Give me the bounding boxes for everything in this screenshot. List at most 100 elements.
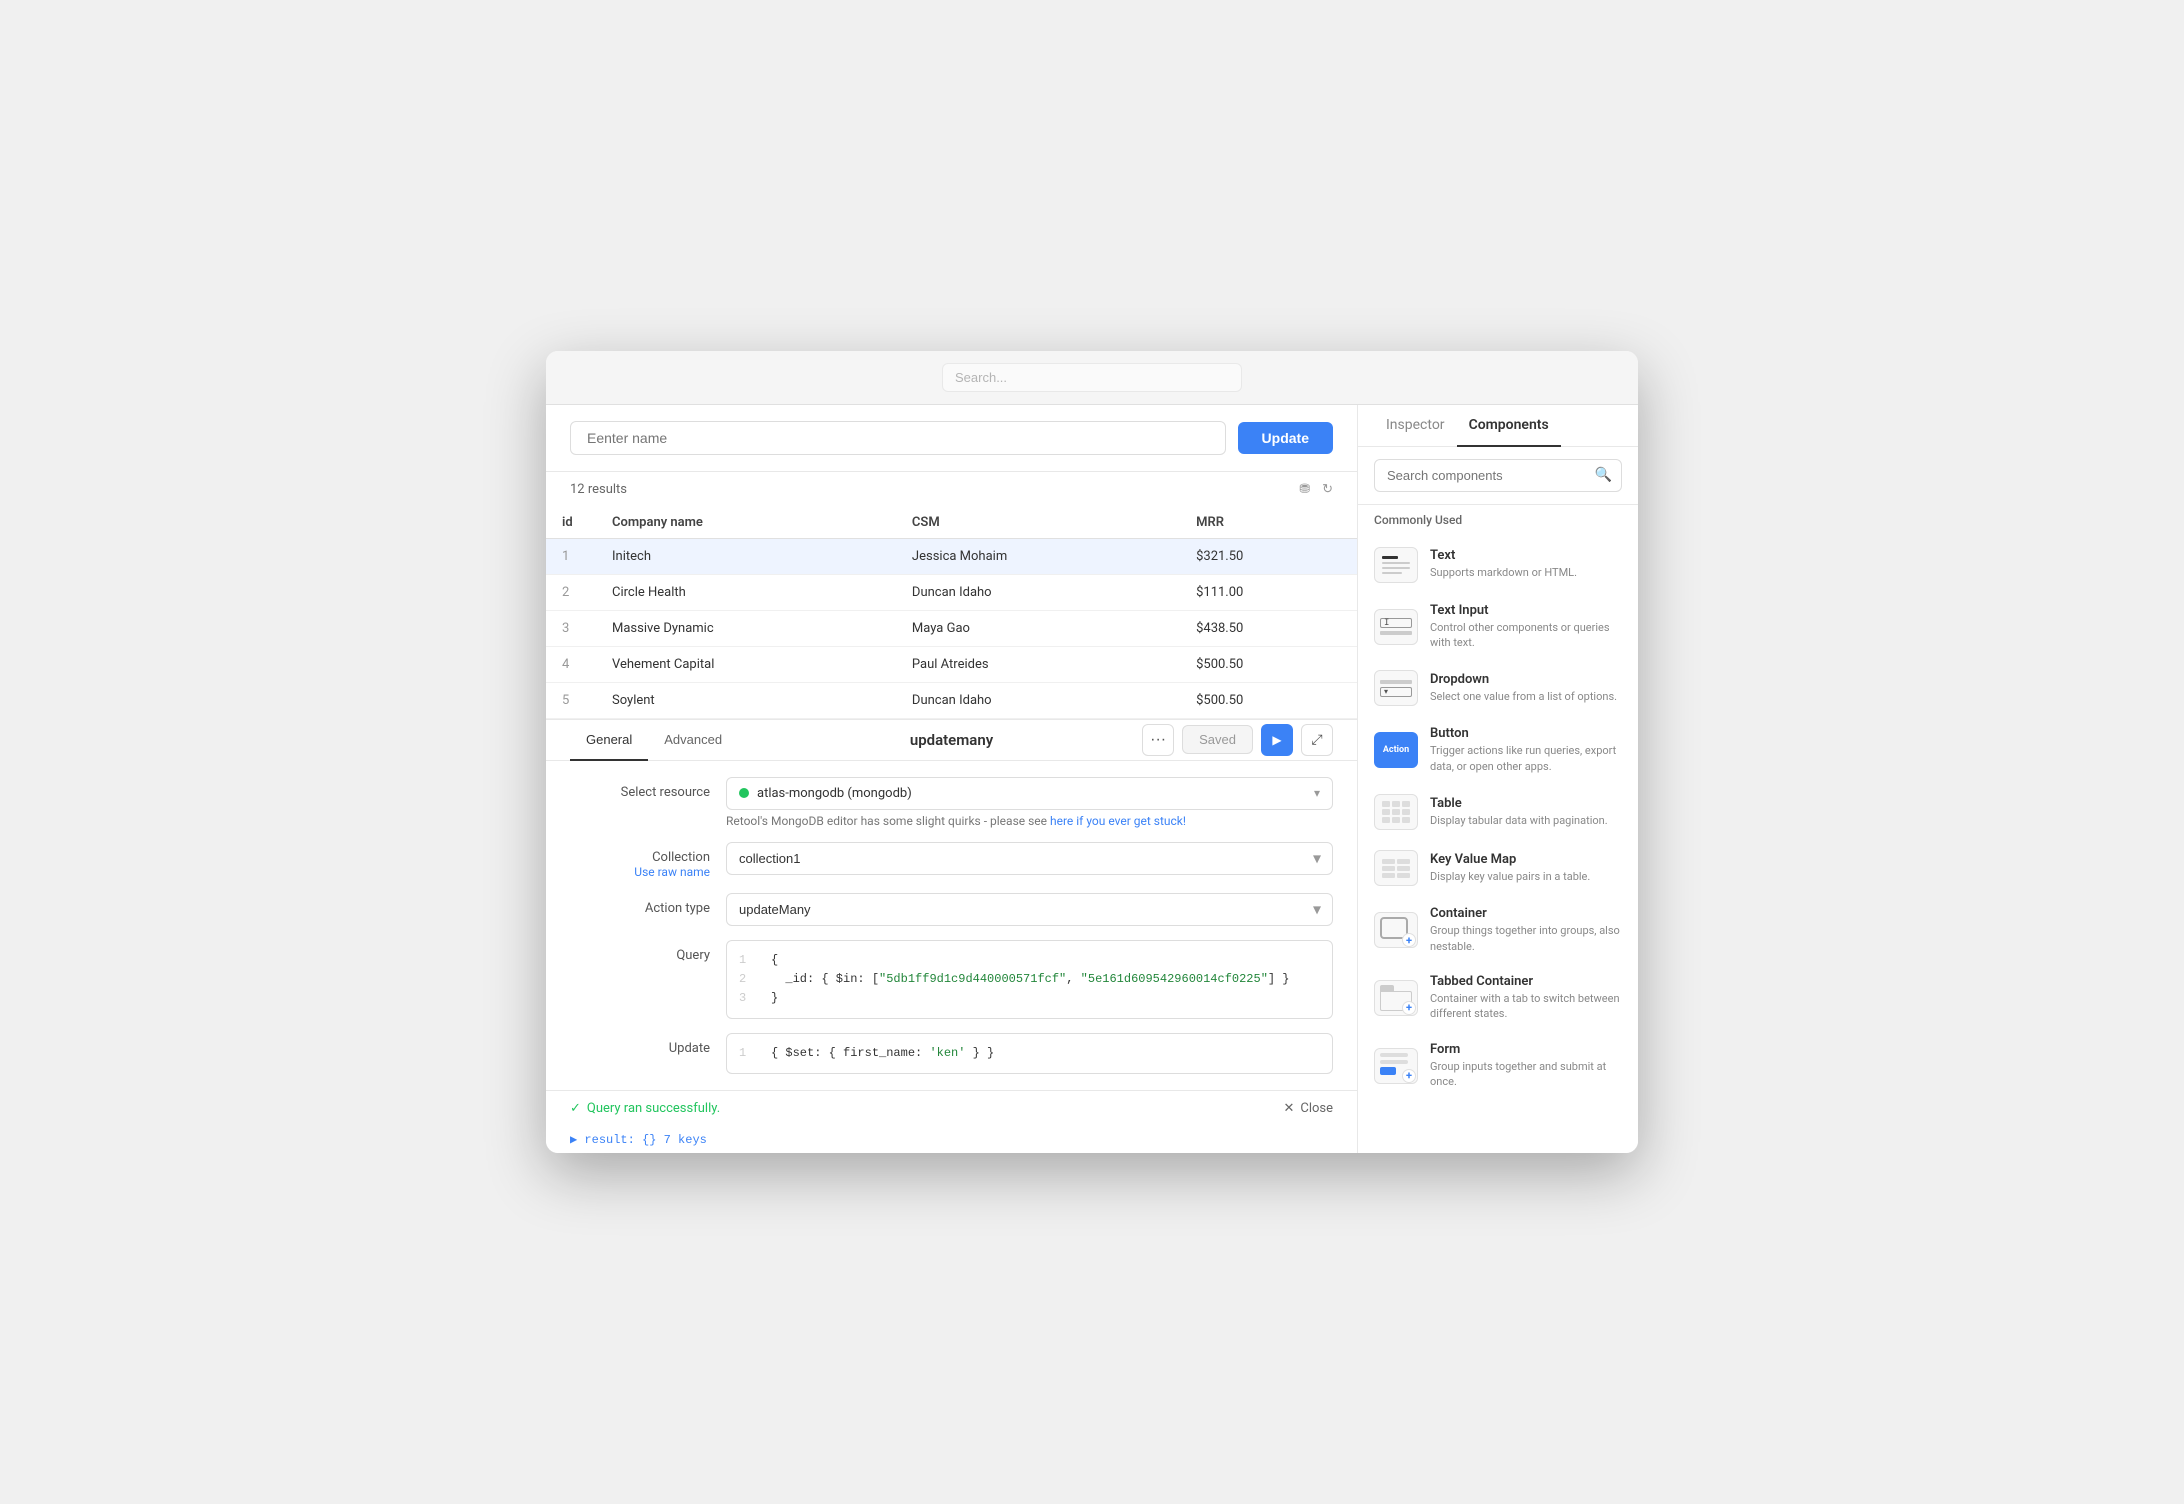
- check-icon: ✓: [570, 1101, 581, 1116]
- query-header: Update: [546, 405, 1357, 472]
- close-x-icon: ✕: [1283, 1101, 1294, 1116]
- status-success: ✓ Query ran successfully.: [570, 1101, 720, 1116]
- component-item[interactable]: + Form Group inputs together and submit …: [1358, 1032, 1638, 1100]
- query-editor[interactable]: 1 { 2 _id: { $in: ["5db1ff9d1c9d44000057…: [726, 940, 1333, 1020]
- component-item[interactable]: ▾ Dropdown Select one value from a list …: [1358, 660, 1638, 716]
- component-icon-tabbed: +: [1374, 980, 1418, 1016]
- more-options-button[interactable]: ···: [1142, 724, 1174, 756]
- code-line-3: 3 }: [739, 989, 1320, 1008]
- table-row[interactable]: 2 Circle Health Duncan Idaho $111.00: [546, 574, 1357, 610]
- component-info: Dropdown Select one value from a list of…: [1430, 672, 1622, 704]
- query-name: updatemany: [910, 731, 993, 749]
- code-line-2: 2 _id: { $in: ["5db1ff9d1c9d440000571fcf…: [739, 970, 1320, 989]
- col-company: Company name: [596, 507, 896, 539]
- component-icon-button: Action: [1374, 732, 1418, 768]
- query-config: Select resource atlas-mongodb (mongodb) …: [546, 761, 1357, 1091]
- component-icon-dropdown: ▾: [1374, 670, 1418, 706]
- update-editor[interactable]: 1 { $set: { first_name: 'ken' } }: [726, 1033, 1333, 1074]
- tab-components[interactable]: Components: [1457, 405, 1561, 447]
- query-actions: ··· Saved ⤢: [1142, 724, 1333, 756]
- component-name: Table: [1430, 796, 1622, 811]
- cell-mrr: $321.50: [1180, 538, 1357, 574]
- results-bar-icons: ⛃ ↻: [1299, 482, 1333, 497]
- left-panel: Update 12 results ⛃ ↻ id Company name: [546, 405, 1358, 1154]
- component-name: Text Input: [1430, 603, 1622, 618]
- component-info: Text Supports markdown or HTML.: [1430, 548, 1622, 580]
- collection-select[interactable]: collection1: [726, 842, 1333, 875]
- component-desc: Control other components or queries with…: [1430, 620, 1622, 651]
- filter-icon[interactable]: ⛃: [1299, 482, 1310, 497]
- component-item[interactable]: Key Value Map Display key value pairs in…: [1358, 840, 1638, 896]
- table-row[interactable]: 1 Initech Jessica Mohaim $321.50: [546, 538, 1357, 574]
- cell-company: Initech: [596, 538, 896, 574]
- run-button[interactable]: [1261, 724, 1293, 756]
- component-desc: Group things together into groups, also …: [1430, 923, 1622, 954]
- component-name: Form: [1430, 1042, 1622, 1057]
- cell-csm: Maya Gao: [896, 610, 1180, 646]
- component-item[interactable]: I Text Input Control other components or…: [1358, 593, 1638, 661]
- code-line-1: 1 {: [739, 951, 1320, 970]
- cell-company: Circle Health: [596, 574, 896, 610]
- component-item[interactable]: + Tabbed Container Container with a tab …: [1358, 964, 1638, 1032]
- mongo-dot: [739, 788, 749, 798]
- results-count: 12 results: [570, 482, 627, 497]
- component-desc: Container with a tab to switch between d…: [1430, 991, 1622, 1022]
- components-list: Text Supports markdown or HTML. I Text I…: [1358, 533, 1638, 1154]
- hint-link[interactable]: here if you ever get stuck!: [1050, 814, 1186, 828]
- component-item[interactable]: + Container Group things together into g…: [1358, 896, 1638, 964]
- resource-content: atlas-mongodb (mongodb) ▾ Retool's Mongo…: [726, 777, 1333, 828]
- update-button[interactable]: Update: [1238, 422, 1333, 454]
- main-content: Update 12 results ⛃ ↻ id Company name: [546, 405, 1638, 1154]
- table-row[interactable]: 4 Vehement Capital Paul Atreides $500.50: [546, 646, 1357, 682]
- component-name: Dropdown: [1430, 672, 1622, 687]
- search-input[interactable]: [1374, 459, 1622, 492]
- component-info: Tabbed Container Container with a tab to…: [1430, 974, 1622, 1022]
- resource-select[interactable]: atlas-mongodb (mongodb) ▾: [726, 777, 1333, 810]
- resource-row: Select resource atlas-mongodb (mongodb) …: [570, 777, 1333, 828]
- cell-csm: Paul Atreides: [896, 646, 1180, 682]
- section-label: Commonly Used: [1358, 505, 1638, 533]
- update-editor-label: Update: [570, 1033, 710, 1056]
- right-tabs: Inspector Components: [1358, 405, 1638, 447]
- component-item[interactable]: Text Supports markdown or HTML.: [1358, 537, 1638, 593]
- action-type-row: Action type updateMany: [570, 893, 1333, 926]
- search-icon: 🔍: [1595, 467, 1612, 483]
- search-input-wrapper: 🔍: [1374, 459, 1622, 492]
- hint-text: Retool's MongoDB editor has some slight …: [726, 814, 1333, 828]
- query-editor-content: 1 { 2 _id: { $in: ["5db1ff9d1c9d44000057…: [726, 940, 1333, 1020]
- close-label: Close: [1300, 1101, 1333, 1116]
- component-icon-input: I: [1374, 609, 1418, 645]
- component-info: Table Display tabular data with paginati…: [1430, 796, 1622, 828]
- component-name: Container: [1430, 906, 1622, 921]
- cell-csm: Duncan Idaho: [896, 682, 1180, 718]
- component-item[interactable]: Action Button Trigger actions like run q…: [1358, 716, 1638, 784]
- name-input[interactable]: [570, 421, 1226, 455]
- saved-button[interactable]: Saved: [1182, 725, 1253, 754]
- action-type-label: Action type: [570, 893, 710, 916]
- cell-mrr: $111.00: [1180, 574, 1357, 610]
- component-item[interactable]: Table Display tabular data with paginati…: [1358, 784, 1638, 840]
- component-icon-table: [1374, 794, 1418, 830]
- tab-advanced[interactable]: Advanced: [648, 720, 738, 761]
- search-box: 🔍: [1358, 447, 1638, 505]
- close-button[interactable]: ✕ Close: [1283, 1101, 1333, 1116]
- title-search-input[interactable]: [942, 363, 1242, 392]
- action-type-select[interactable]: updateMany: [726, 893, 1333, 926]
- use-raw-name-link[interactable]: Use raw name: [634, 865, 710, 879]
- cell-company: Vehement Capital: [596, 646, 896, 682]
- query-tabs: General Advanced updatemany ··· Saved ⤢: [546, 720, 1357, 761]
- refresh-icon[interactable]: ↻: [1322, 482, 1333, 497]
- tab-inspector[interactable]: Inspector: [1374, 405, 1457, 447]
- cell-csm: Duncan Idaho: [896, 574, 1180, 610]
- update-line-1: 1 { $set: { first_name: 'ken' } }: [739, 1044, 1320, 1063]
- cell-mrr: $500.50: [1180, 646, 1357, 682]
- query-editor-row: Query 1 { 2 _id: { $in: ["5db1ff9d1c9d44…: [570, 940, 1333, 1020]
- data-table: id Company name CSM MRR 1 Initech Jessic…: [546, 507, 1357, 719]
- table-row[interactable]: 5 Soylent Duncan Idaho $500.50: [546, 682, 1357, 718]
- table-row[interactable]: 3 Massive Dynamic Maya Gao $438.50: [546, 610, 1357, 646]
- cell-id: 4: [546, 646, 596, 682]
- collection-label: Collection Use raw name: [570, 842, 710, 879]
- collection-content: collection1: [726, 842, 1333, 875]
- tab-general[interactable]: General: [570, 720, 648, 761]
- expand-button[interactable]: ⤢: [1301, 724, 1333, 756]
